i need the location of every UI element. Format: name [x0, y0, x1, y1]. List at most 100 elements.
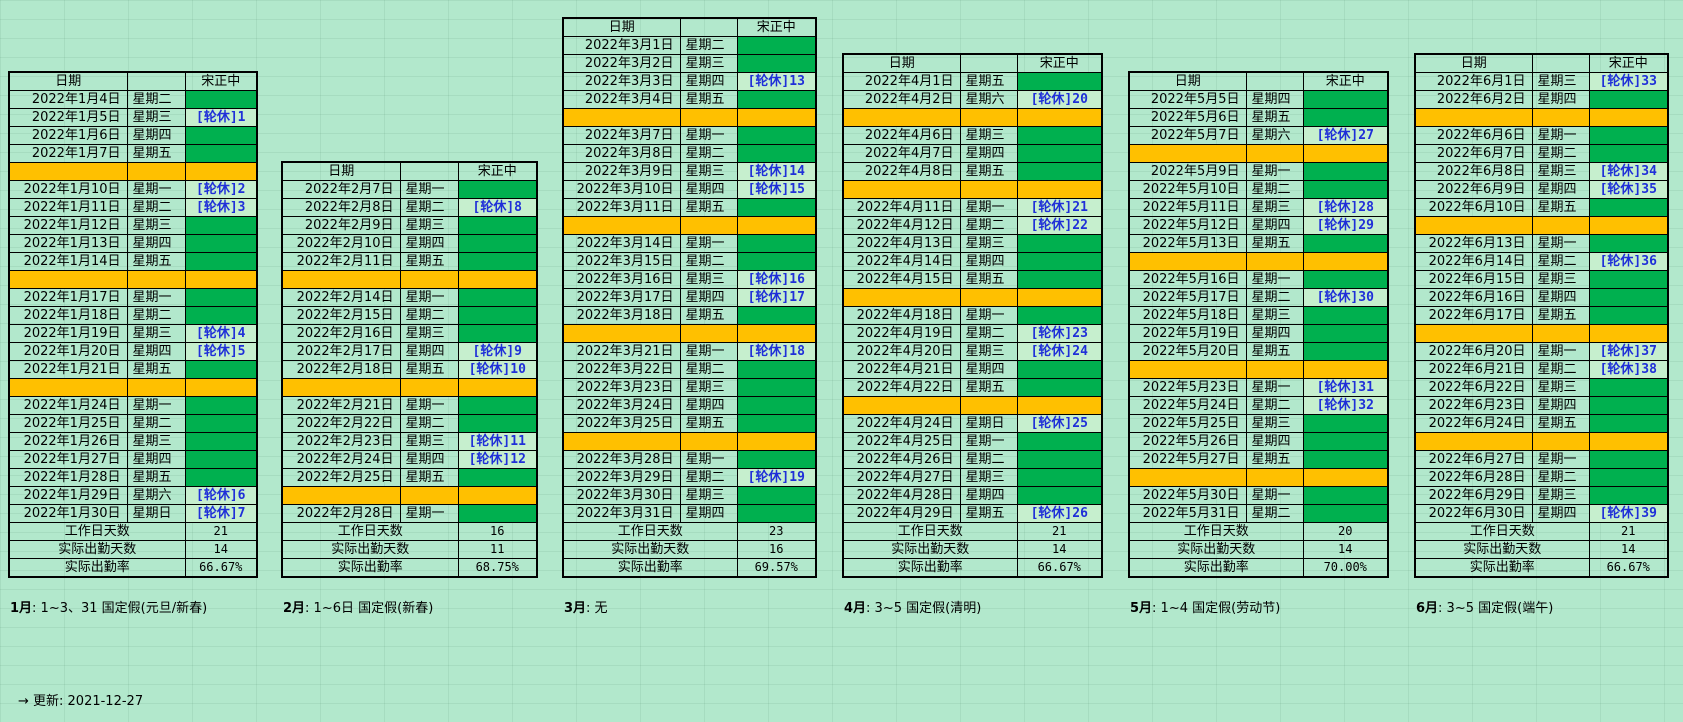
date-cell: 2022年2月10日 — [281, 234, 401, 253]
day-row: 2022年3月16日 星期三 [轮休]16 — [562, 270, 817, 289]
date-cell: 2022年6月28日 — [1414, 468, 1533, 487]
weekday-cell: 星期五 — [1245, 450, 1304, 469]
present-cell — [184, 450, 258, 469]
date-cell: 2022年3月7日 — [562, 126, 681, 145]
weekend-separator-row — [562, 216, 817, 235]
weekday-cell: 星期四 — [679, 288, 738, 307]
day-row: 2022年3月4日 星期五 — [562, 90, 817, 109]
present-cell — [736, 450, 817, 469]
month-note-label: 1月 — [10, 601, 33, 616]
present-cell — [1016, 270, 1103, 289]
separator-cell — [1588, 432, 1669, 451]
present-cell — [736, 306, 817, 325]
weekday-cell: 星期四 — [959, 486, 1018, 505]
date-cell: 2022年1月30日 — [8, 504, 128, 523]
weekday-header — [679, 17, 738, 37]
date-cell: 2022年5月13日 — [1128, 234, 1247, 253]
month-note: 1月: 1~3、31 国定假(元旦/新春) — [10, 597, 207, 616]
attended-label: 实际出勤天数 — [1414, 540, 1590, 559]
day-row: 2022年1月29日 星期六 [轮休]6 — [8, 486, 258, 505]
month-table: 日期 宋正中 2022年1月4日 星期二 2022年1月5日 星期三 [轮休]1 2022年1… — [8, 71, 258, 578]
day-row: 2022年5月26日 星期四 — [1128, 432, 1389, 451]
day-row: 2022年1月27日 星期四 — [8, 450, 258, 469]
separator-cell — [959, 180, 1018, 199]
weekday-cell: 星期二 — [1245, 504, 1304, 523]
present-cell — [736, 486, 817, 505]
workdays-value: 20 — [1302, 522, 1389, 541]
present-cell — [184, 252, 258, 271]
date-cell: 2022年3月25日 — [562, 414, 681, 433]
day-row: 2022年1月5日 星期三 [轮休]1 — [8, 108, 258, 127]
separator-cell — [281, 378, 401, 397]
workdays-row: 工作日天数 21 — [8, 522, 258, 541]
weekday-cell: 星期一 — [1245, 378, 1304, 397]
separator-cell — [679, 108, 738, 127]
day-row: 2022年6月22日 星期三 — [1414, 378, 1669, 397]
weekday-cell: 星期五 — [126, 468, 186, 487]
separator-cell — [562, 432, 681, 451]
weekday-cell: 星期四 — [679, 72, 738, 91]
weekday-cell: 星期四 — [679, 396, 738, 415]
rest-day-cell: [轮休]18 — [736, 342, 817, 361]
day-row: 2022年2月8日 星期二 [轮休]8 — [281, 198, 538, 217]
present-cell — [1302, 306, 1389, 325]
weekday-cell: 星期四 — [1531, 90, 1590, 109]
separator-cell — [126, 270, 186, 289]
day-row: 2022年3月9日 星期三 [轮休]14 — [562, 162, 817, 181]
day-row: 2022年1月30日 星期日 [轮休]7 — [8, 504, 258, 523]
day-row: 2022年4月11日 星期一 [轮休]21 — [842, 198, 1103, 217]
date-cell: 2022年5月12日 — [1128, 216, 1247, 235]
day-row: 2022年1月24日 星期一 — [8, 396, 258, 415]
weekday-cell: 星期三 — [399, 432, 459, 451]
month-table: 日期 宋正中 2022年3月1日 星期二 2022年3月2日 星期三 2022年3月3日 星期… — [562, 17, 817, 578]
day-row: 2022年6月23日 星期四 — [1414, 396, 1669, 415]
date-cell: 2022年4月29日 — [842, 504, 961, 523]
weekday-cell: 星期五 — [126, 252, 186, 271]
rest-day-cell: [轮休]37 — [1588, 342, 1669, 361]
date-cell: 2022年2月15日 — [281, 306, 401, 325]
weekend-separator-row — [8, 270, 258, 289]
day-row: 2022年4月8日 星期五 — [842, 162, 1103, 181]
workdays-row: 工作日天数 21 — [1414, 522, 1669, 541]
weekday-cell: 星期一 — [1531, 342, 1590, 361]
day-row: 2022年4月7日 星期四 — [842, 144, 1103, 163]
weekday-cell: 星期二 — [1531, 360, 1590, 379]
weekday-cell: 星期四 — [126, 450, 186, 469]
attended-value: 14 — [1588, 540, 1669, 559]
employee-header: 宋正中 — [736, 17, 817, 37]
weekend-separator-row — [1128, 252, 1389, 271]
day-row: 2022年3月7日 星期一 — [562, 126, 817, 145]
present-cell — [184, 468, 258, 487]
date-cell: 2022年2月8日 — [281, 198, 401, 217]
employee-header: 宋正中 — [457, 161, 538, 181]
date-header: 日期 — [1128, 71, 1247, 91]
weekday-cell: 星期二 — [1245, 180, 1304, 199]
attended-row: 实际出勤天数 14 — [1414, 540, 1669, 559]
month-note-label: 2月 — [283, 601, 306, 616]
rate-label: 实际出勤率 — [8, 558, 186, 578]
day-row: 2022年2月22日 星期二 — [281, 414, 538, 433]
present-cell — [1016, 486, 1103, 505]
separator-cell — [8, 162, 128, 181]
update-text: → 更新: 2021-12-27 — [18, 694, 144, 709]
present-cell — [184, 234, 258, 253]
day-row: 2022年5月10日 星期二 — [1128, 180, 1389, 199]
employee-header: 宋正中 — [1302, 71, 1389, 91]
weekday-header — [399, 161, 459, 181]
day-row: 2022年4月25日 星期一 — [842, 432, 1103, 451]
weekday-cell: 星期一 — [1531, 450, 1590, 469]
present-cell — [736, 90, 817, 109]
rest-day-cell: [轮休]29 — [1302, 216, 1389, 235]
date-cell: 2022年6月30日 — [1414, 504, 1533, 523]
present-cell — [1588, 378, 1669, 397]
date-cell: 2022年3月22日 — [562, 360, 681, 379]
day-row: 2022年1月20日 星期四 [轮休]5 — [8, 342, 258, 361]
present-cell — [184, 126, 258, 145]
present-cell — [457, 468, 538, 487]
workdays-row: 工作日天数 23 — [562, 522, 817, 541]
date-cell: 2022年3月29日 — [562, 468, 681, 487]
separator-cell — [959, 288, 1018, 307]
separator-cell — [842, 180, 961, 199]
separator-cell — [8, 378, 128, 397]
rest-day-cell: [轮休]9 — [457, 342, 538, 361]
